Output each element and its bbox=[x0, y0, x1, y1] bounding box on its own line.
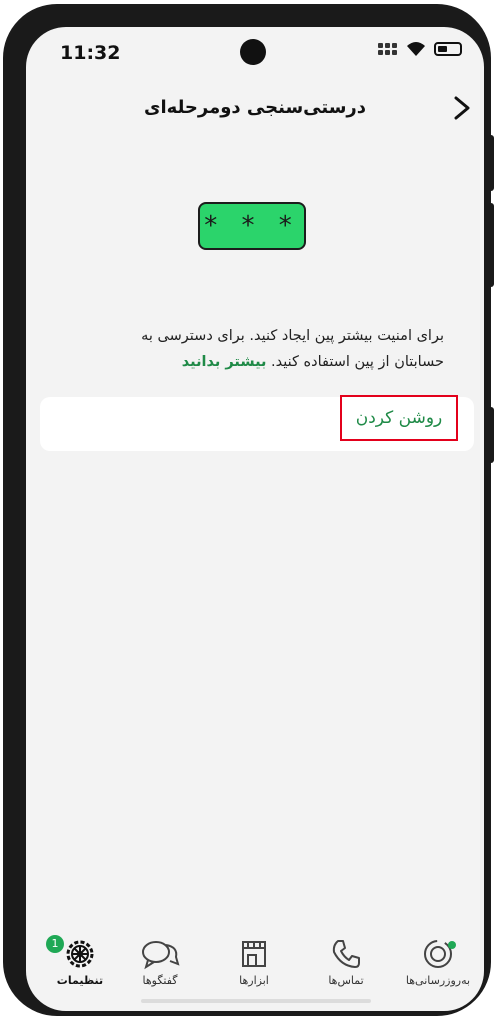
phone-frame: 11:32 درستی‌سنجی دومرحله‌ای * * * برای ا… bbox=[3, 4, 494, 1016]
signal-icon bbox=[378, 43, 398, 55]
nav-label-chats: گفتگوها bbox=[142, 974, 178, 987]
volume-down-button bbox=[488, 203, 494, 287]
volume-up-button bbox=[488, 135, 494, 191]
nav-item-calls[interactable]: تماس‌ها bbox=[306, 937, 386, 987]
pin-illustration: * * * bbox=[198, 202, 306, 250]
home-indicator bbox=[141, 999, 371, 1003]
status-icons bbox=[378, 41, 462, 57]
status-bar: 11:32 bbox=[26, 27, 484, 77]
battery-icon bbox=[434, 42, 462, 56]
phone-icon bbox=[332, 940, 360, 968]
learn-more-link[interactable]: بیشتر بدانید bbox=[182, 354, 267, 370]
notification-badge: 1 bbox=[46, 935, 64, 953]
gear-icon bbox=[66, 940, 94, 968]
nav-label-settings: تنظیمات bbox=[56, 974, 104, 987]
header: درستی‌سنجی دومرحله‌ای bbox=[26, 89, 484, 129]
updates-dot bbox=[448, 941, 456, 949]
status-time: 11:32 bbox=[60, 42, 121, 64]
turn-on-button[interactable]: روشن کردن bbox=[340, 395, 458, 441]
nav-item-updates[interactable]: به‌روزرسانی‌ها bbox=[398, 937, 478, 987]
nav-label-updates: به‌روزرسانی‌ها bbox=[405, 974, 471, 987]
back-chevron-icon[interactable] bbox=[446, 93, 476, 123]
nav-item-tools[interactable]: ابزارها bbox=[214, 937, 294, 987]
nav-label-calls: تماس‌ها bbox=[328, 974, 364, 987]
chats-icon bbox=[142, 941, 180, 970]
description: برای امنیت بیشتر پین ایجاد کنید. برای دس… bbox=[94, 323, 444, 375]
power-button bbox=[488, 407, 494, 463]
nav-item-chats[interactable]: گفتگوها bbox=[120, 937, 200, 987]
nav-item-settings[interactable]: 1 تنظیمات bbox=[40, 935, 120, 987]
front-camera bbox=[240, 39, 266, 65]
wifi-icon bbox=[407, 42, 425, 56]
store-icon bbox=[242, 941, 266, 967]
screen: 11:32 درستی‌سنجی دومرحله‌ای * * * برای ا… bbox=[26, 27, 484, 1011]
page-title: درستی‌سنجی دومرحله‌ای bbox=[143, 97, 367, 118]
nav-label-tools: ابزارها bbox=[239, 974, 269, 987]
